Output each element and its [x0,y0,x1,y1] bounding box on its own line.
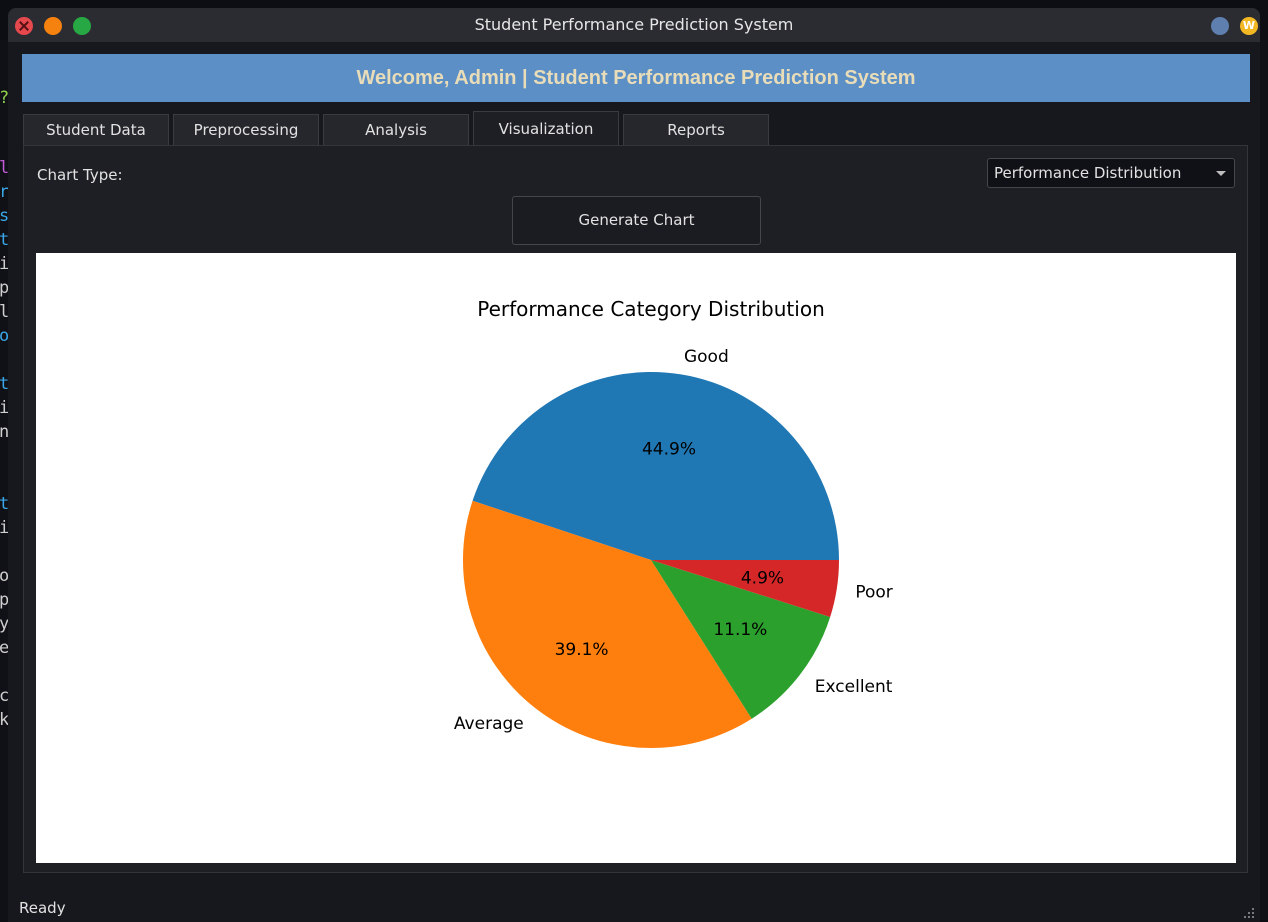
pie-percent-label: 4.9% [741,568,784,588]
pie-category-label: Excellent [815,677,893,697]
window-content: Welcome, Admin | Student Performance Pre… [8,42,1260,922]
tab-reports[interactable]: Reports [623,114,769,145]
pin-icon[interactable] [1211,17,1229,35]
tab-student-data[interactable]: Student Data [23,114,169,145]
chart-type-label: Chart Type: [37,166,123,184]
status-bar: Ready [8,890,1260,922]
pie-category-label: Poor [855,583,892,603]
tab-visualization[interactable]: Visualization [473,111,619,146]
app-badge-icon[interactable]: W [1240,17,1258,35]
chart-title: Performance Category Distribution [477,297,825,321]
chevron-down-icon [1216,171,1226,176]
resize-grip-icon[interactable] [1242,906,1254,918]
chart-type-selected-value: Performance Distribution [994,164,1182,182]
pie-category-label: Good [684,347,729,367]
pie-percent-label: 11.1% [713,620,767,640]
app-window: Student Performance Prediction System W … [8,8,1260,922]
window-titlebar[interactable]: Student Performance Prediction System W [8,8,1260,42]
pie-chart: Performance Category Distribution 44.9% G… [454,297,893,748]
pie-category-label: Average [454,714,524,734]
window-title: Student Performance Prediction System [474,15,794,34]
chart-canvas: Performance Category Distribution 44.9% G… [36,253,1236,863]
tab-preprocessing[interactable]: Preprocessing [173,114,319,145]
pie-percent-label: 39.1% [555,640,609,660]
welcome-banner: Welcome, Admin | Student Performance Pre… [22,54,1250,102]
tab-analysis[interactable]: Analysis [323,114,469,145]
generate-chart-button[interactable]: Generate Chart [512,196,761,245]
pie-percent-label: 44.9% [642,440,696,460]
chart-type-select[interactable]: Performance Distribution [987,158,1235,188]
visualization-panel: Chart Type: Performance Distribution Gen… [23,145,1248,873]
status-text: Ready [19,899,66,917]
